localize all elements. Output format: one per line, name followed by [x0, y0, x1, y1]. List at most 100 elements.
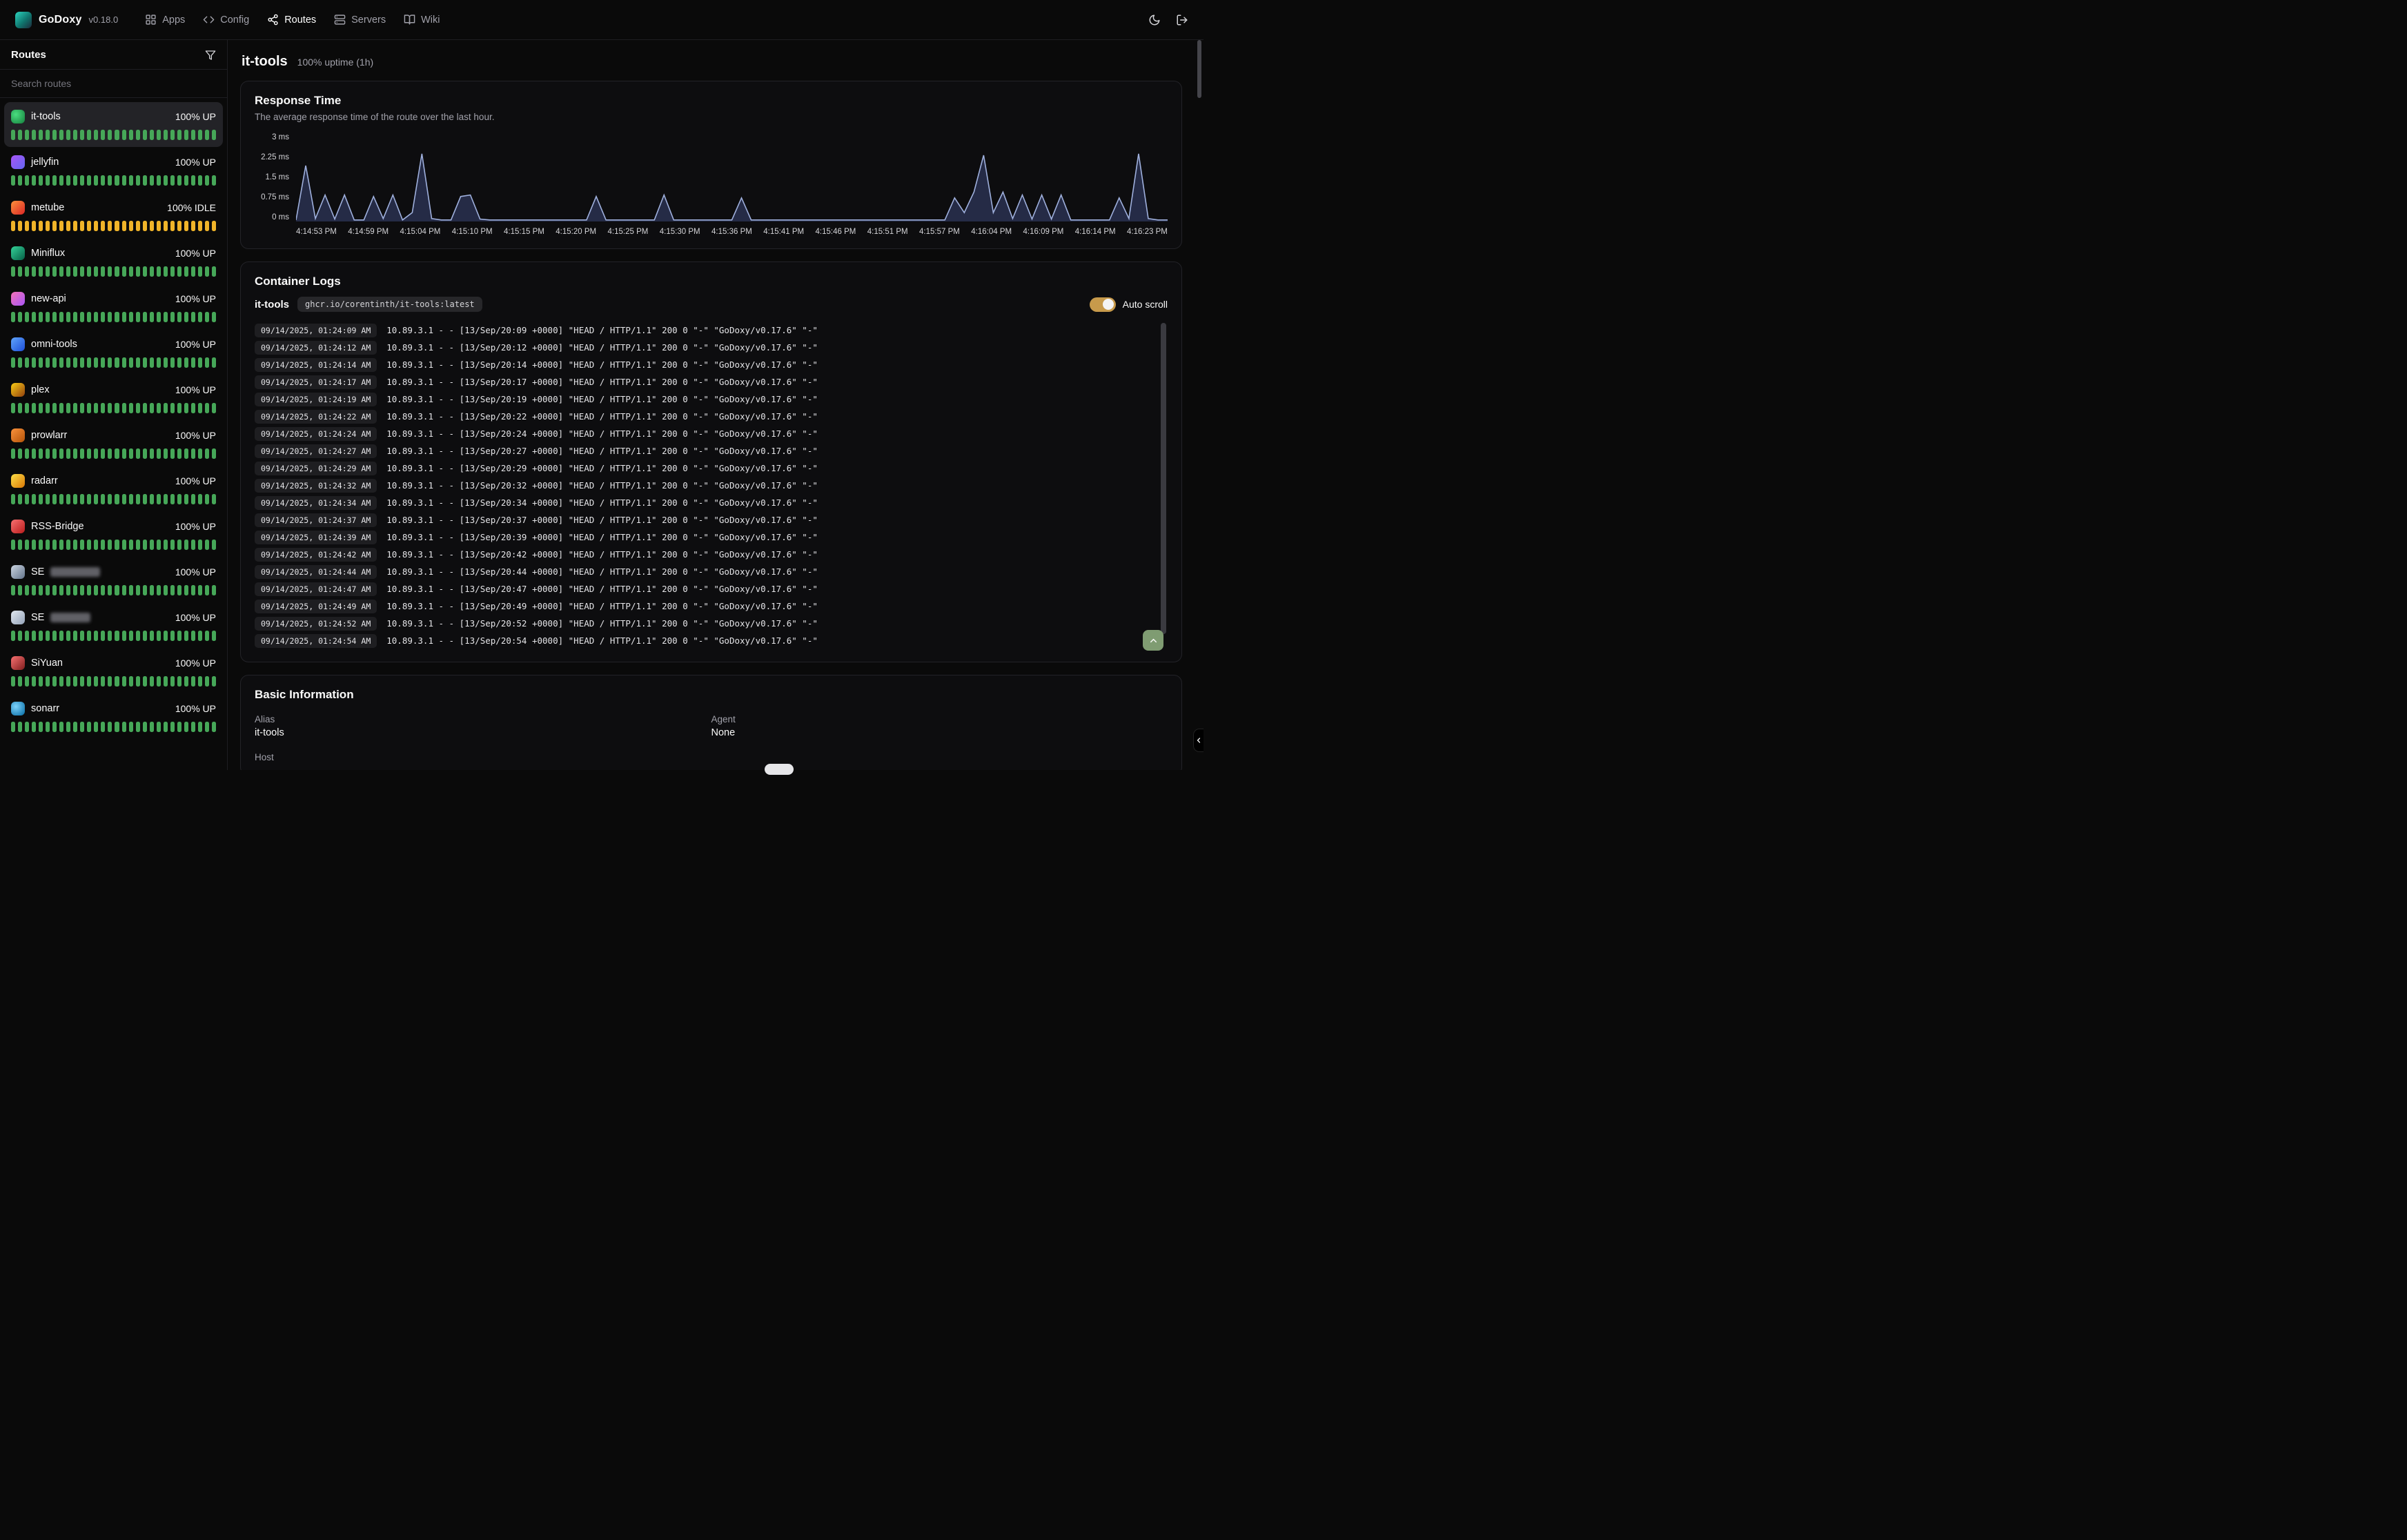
log-row: 09/14/2025, 01:24:17 AM10.89.3.1 - - [13… [255, 373, 1154, 391]
route-item-prowlarr[interactable]: prowlarr100% UP [4, 421, 223, 466]
book-icon [404, 14, 415, 26]
nav-label: Routes [284, 14, 316, 26]
siyuan-app-icon [11, 656, 25, 670]
uptime-bars [11, 494, 216, 504]
uptime-bars [11, 585, 216, 595]
info-field-alias: Alias it-tools [255, 714, 711, 738]
logs-scrollbar[interactable] [1161, 323, 1166, 634]
uptime-bars [11, 130, 216, 140]
route-item-jellyfin[interactable]: jellyfin100% UP [4, 148, 223, 192]
log-message: 10.89.3.1 - - [13/Sep/20:22 +0000] "HEAD… [386, 411, 818, 422]
response-time-card: Response Time The average response time … [240, 81, 1182, 249]
log-timestamp: 09/14/2025, 01:24:24 AM [255, 427, 377, 441]
route-status: 100% UP [175, 703, 216, 714]
search-routes-input[interactable] [0, 70, 227, 97]
route-item-omni-tools[interactable]: omni-tools100% UP [4, 330, 223, 375]
log-timestamp: 09/14/2025, 01:24:54 AM [255, 634, 377, 648]
container-image-badge: ghcr.io/corentinth/it-tools:latest [297, 297, 482, 312]
nav-item-apps[interactable]: Apps [136, 0, 194, 39]
x-tick-label: 4:15:25 PM [608, 228, 649, 236]
route-item-se[interactable]: SE100% UP [4, 603, 223, 648]
x-tick-label: 4:16:14 PM [1075, 228, 1116, 236]
log-timestamp: 09/14/2025, 01:24:34 AM [255, 496, 377, 510]
log-message: 10.89.3.1 - - [13/Sep/20:39 +0000] "HEAD… [386, 532, 818, 542]
chevron-left-icon [1195, 736, 1203, 744]
filter-funnel-icon[interactable] [205, 50, 216, 61]
route-status: 100% UP [175, 566, 216, 578]
route-item-it-tools[interactable]: it-tools100% UP [4, 102, 223, 147]
nav-item-servers[interactable]: Servers [325, 0, 395, 39]
route-item-rss-bridge[interactable]: RSS-Bridge100% UP [4, 512, 223, 557]
route-name: jellyfin [31, 157, 59, 168]
nav-item-routes[interactable]: Routes [258, 0, 325, 39]
uptime-bars [11, 448, 216, 459]
route-status: 100% UP [175, 612, 216, 623]
uptime-bars [11, 312, 216, 322]
log-row: 09/14/2025, 01:24:47 AM10.89.3.1 - - [13… [255, 580, 1154, 598]
radarr-app-icon [11, 474, 25, 488]
routes-sidebar: Routes it-tools100% UPjellyfin100% UPmet… [0, 40, 228, 770]
brand[interactable]: GoDoxy v0.18.0 [15, 12, 118, 28]
x-tick-label: 4:15:30 PM [660, 228, 700, 236]
log-message: 10.89.3.1 - - [13/Sep/20:44 +0000] "HEAD… [386, 566, 818, 577]
route-item-se[interactable]: SE 100% UP [4, 557, 223, 602]
nav-label: Wiki [421, 14, 440, 26]
uptime-bars [11, 403, 216, 413]
rss-bridge-app-icon [11, 520, 25, 533]
log-timestamp: 09/14/2025, 01:24:22 AM [255, 410, 377, 424]
log-message: 10.89.3.1 - - [13/Sep/20:24 +0000] "HEAD… [386, 428, 818, 439]
x-tick-label: 4:15:57 PM [919, 228, 960, 236]
route-item-sonarr[interactable]: sonarr100% UP [4, 694, 223, 739]
nav-item-config[interactable]: Config [194, 0, 258, 39]
scroll-top-button[interactable] [1143, 630, 1163, 651]
nav-label: Apps [162, 14, 185, 26]
miniflux-app-icon [11, 246, 25, 260]
route-status: 100% UP [175, 475, 216, 486]
log-message: 10.89.3.1 - - [13/Sep/20:42 +0000] "HEAD… [386, 549, 818, 560]
route-name: radarr [31, 475, 58, 486]
route-item-new-api[interactable]: new-api100% UP [4, 284, 223, 329]
y-tick-label: 0 ms [272, 213, 289, 221]
log-timestamp: 09/14/2025, 01:24:12 AM [255, 341, 377, 355]
route-item-radarr[interactable]: radarr 100% UP [4, 466, 223, 511]
log-rows: 09/14/2025, 01:24:09 AM 10.89.3.1 - - [13… [255, 322, 1168, 649]
uptime-bars [11, 631, 216, 641]
y-tick-label: 2.25 ms [261, 153, 289, 161]
agent-value: None [711, 727, 1168, 738]
log-message: 10.89.3.1 - - [13/Sep/20:37 +0000] "HEAD… [386, 515, 818, 525]
log-row: 09/14/2025, 01:24:24 AM 10.89.3.1 - - [13… [255, 425, 1154, 442]
route-item-miniflux[interactable]: Miniflux100% UP [4, 239, 223, 284]
log-row: 09/14/2025, 01:24:29 AM10.89.3.1 - - [13… [255, 460, 1154, 477]
log-message: 10.89.3.1 - - [13/Sep/20:09 +0000] "HEAD… [386, 325, 818, 335]
uptime-bars [11, 221, 216, 231]
log-timestamp: 09/14/2025, 01:24:49 AM [255, 600, 377, 613]
x-tick-label: 4:15:20 PM [556, 228, 596, 236]
x-tick-label: 4:16:09 PM [1023, 228, 1064, 236]
log-message: 10.89.3.1 - - [13/Sep/20:29 +0000] "HEAD… [386, 463, 818, 473]
auto-scroll-toggle[interactable] [1090, 297, 1116, 312]
log-timestamp: 09/14/2025, 01:24:09 AM [255, 324, 377, 337]
log-timestamp: 09/14/2025, 01:24:17 AM [255, 375, 377, 389]
nav-item-wiki[interactable]: Wiki [395, 0, 449, 39]
route-icon [267, 14, 279, 26]
route-status: 100% UP [175, 111, 216, 122]
jellyfin-app-icon [11, 155, 25, 169]
route-item-siyuan[interactable]: SiYuan100% UP [4, 649, 223, 693]
collapse-panel-tab[interactable] [1193, 729, 1204, 752]
log-row: 09/14/2025, 01:24:39 AM10.89.3.1 - - [13… [255, 529, 1154, 546]
log-message: 10.89.3.1 - - [13/Sep/20:19 +0000] "HEAD… [386, 394, 818, 404]
metube-app-icon [11, 201, 25, 215]
page-scrollbar[interactable] [1197, 40, 1201, 98]
theme-toggle-moon-icon[interactable] [1148, 14, 1161, 26]
basic-info-title: Basic Information [255, 688, 1168, 702]
agent-label: Agent [711, 714, 1168, 724]
route-item-plex[interactable]: plex100% UP [4, 375, 223, 420]
uptime-bars [11, 357, 216, 368]
log-row: 09/14/2025, 01:24:12 AM10.89.3.1 - - [13… [255, 339, 1154, 356]
log-row: 09/14/2025, 01:24:32 AM10.89.3.1 - - [13… [255, 477, 1154, 494]
route-item-metube[interactable]: metube100% IDLE [4, 193, 223, 238]
bottom-cutoff-pill[interactable] [765, 764, 794, 775]
navbar: GoDoxy v0.18.0 Apps Config Routes Server… [0, 0, 1204, 40]
route-name: SE [31, 566, 44, 578]
logout-icon[interactable] [1176, 14, 1188, 26]
